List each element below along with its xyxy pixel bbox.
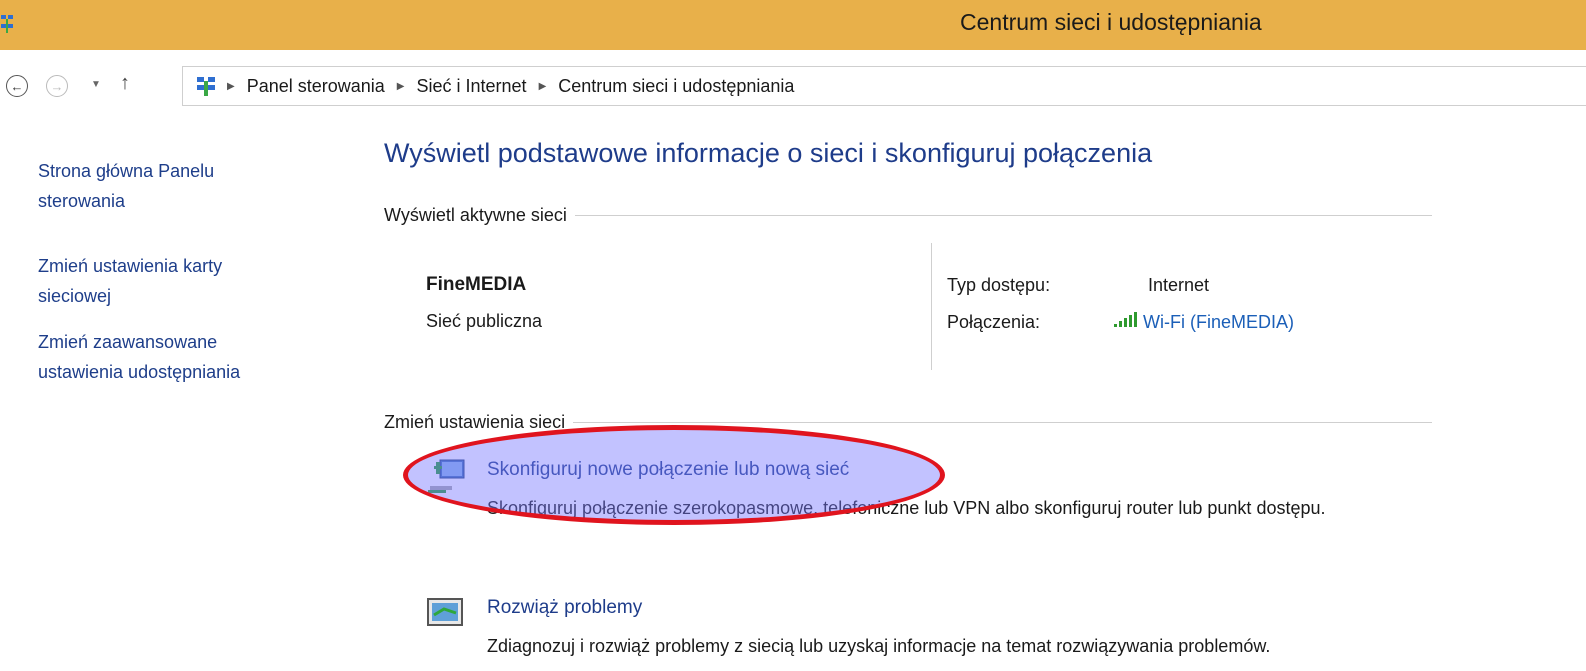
- connections-label: Połączenia:: [947, 312, 1041, 332]
- arrow-left-icon: ←: [10, 78, 24, 94]
- wifi-connection-label: Wi-Fi (FineMEDIA): [1143, 312, 1294, 332]
- chevron-right-icon: ▶: [227, 81, 235, 92]
- chevron-right-icon: ▶: [538, 81, 547, 92]
- forward-button[interactable]: →: [46, 75, 68, 97]
- vertical-divider: [931, 243, 932, 370]
- network-center-icon: [1, 15, 13, 33]
- breadcrumb: ▶ Panel sterowania ▶ Sieć i Internet ▶ C…: [227, 76, 794, 97]
- address-box[interactable]: ▶ Panel sterowania ▶ Sieć i Internet ▶ C…: [182, 66, 1586, 106]
- setup-new-connection-description: Skonfiguruj połączenie szerokopasmowe, t…: [487, 498, 1326, 518]
- window-title: Centrum sieci i udostępniania: [960, 9, 1262, 35]
- network-name: FineMEDIA: [426, 274, 527, 295]
- troubleshoot-description: Zdiagnozuj i rozwiąż problemy z siecią l…: [487, 636, 1271, 656]
- arrow-right-icon: →: [50, 78, 64, 94]
- breadcrumb-item-network-internet[interactable]: Sieć i Internet: [417, 76, 527, 97]
- title-bar: Centrum sieci i udostępniania: [0, 0, 1586, 50]
- section-divider: [573, 422, 1432, 423]
- back-button[interactable]: ←: [6, 75, 28, 97]
- sidebar-item-advanced-sharing-settings[interactable]: Zmień zaawansowane ustawienia udostępnia…: [38, 327, 298, 387]
- active-networks-header: Wyświetl aktywne sieci: [384, 205, 1432, 226]
- breadcrumb-item-network-center[interactable]: Centrum sieci i udostępniania: [558, 76, 794, 97]
- sidebar-item-change-adapter-settings[interactable]: Zmień ustawienia karty sieciowej: [38, 251, 268, 311]
- chevron-right-icon: ▶: [396, 81, 405, 92]
- wifi-signal-icon: [1114, 312, 1137, 327]
- up-button[interactable]: ↑: [120, 72, 130, 95]
- breadcrumb-item-control-panel[interactable]: Panel sterowania: [247, 76, 385, 97]
- control-panel-icon: [197, 77, 215, 96]
- access-type-label: Typ dostępu:: [947, 275, 1051, 295]
- troubleshoot-icon: [427, 598, 463, 626]
- new-connection-icon: [428, 459, 465, 493]
- page-title: Wyświetl podstawowe informacje o sieci i…: [384, 138, 1153, 168]
- recent-locations-dropdown[interactable]: ▼: [91, 79, 101, 90]
- access-type-value: Internet: [1148, 275, 1210, 295]
- change-settings-header: Zmień ustawienia sieci: [384, 412, 1432, 433]
- sidebar-item-control-panel-home[interactable]: Strona główna Panelu sterowania: [38, 156, 268, 216]
- network-type-link: Sieć publiczna: [426, 311, 543, 331]
- setup-new-connection-link[interactable]: Skonfiguruj nowe połączenie lub nową sie…: [487, 459, 849, 481]
- wifi-connection-link[interactable]: Wi-Fi (FineMEDIA): [1113, 312, 1294, 333]
- navigation-bar: ← → ▼ ↑ ▶ Panel sterowania ▶ Sieć i Inte…: [0, 50, 1586, 124]
- troubleshoot-link[interactable]: Rozwiąż problemy: [487, 597, 642, 619]
- section-divider: [574, 215, 1432, 216]
- change-settings-header-label: Zmień ustawienia sieci: [384, 412, 566, 432]
- active-networks-header-label: Wyświetl aktywne sieci: [384, 205, 567, 225]
